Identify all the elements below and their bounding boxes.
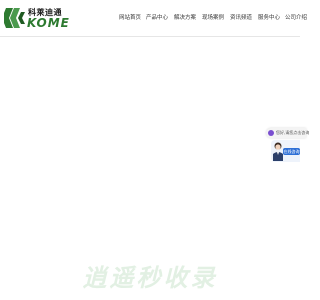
online-service-widget: 在线咨询 <box>271 140 300 162</box>
nav-item-home[interactable]: 网站首页 <box>119 13 141 21</box>
nav-item-products[interactable]: 产品中心 <box>146 13 168 21</box>
nav-item-solutions[interactable]: 解决方案 <box>174 13 196 21</box>
header-divider <box>0 36 300 37</box>
nav-item-service[interactable]: 服务中心 <box>258 13 280 21</box>
chat-bubble-icon <box>268 130 274 136</box>
watermark-text: 逍遥秒收录 <box>82 264 218 292</box>
chat-tip-text: 您好,请您点击咨询 <box>276 130 310 135</box>
nav-item-news[interactable]: 资讯频道 <box>230 13 252 21</box>
chat-tip-bubble[interactable]: 您好,请您点击咨询 <box>266 128 310 138</box>
nav-item-about[interactable]: 公司介绍 <box>285 13 307 21</box>
site-header: 科莱迪通 KOME 网站首页 产品中心 解决方案 现场案例 资讯频道 服务中心 … <box>0 0 307 36</box>
nav-item-cases[interactable]: 现场案例 <box>202 13 224 21</box>
main-nav: 网站首页 产品中心 解决方案 现场案例 资讯频道 服务中心 公司介绍 <box>0 13 307 25</box>
online-consult-button[interactable]: 在线咨询 <box>283 148 300 155</box>
